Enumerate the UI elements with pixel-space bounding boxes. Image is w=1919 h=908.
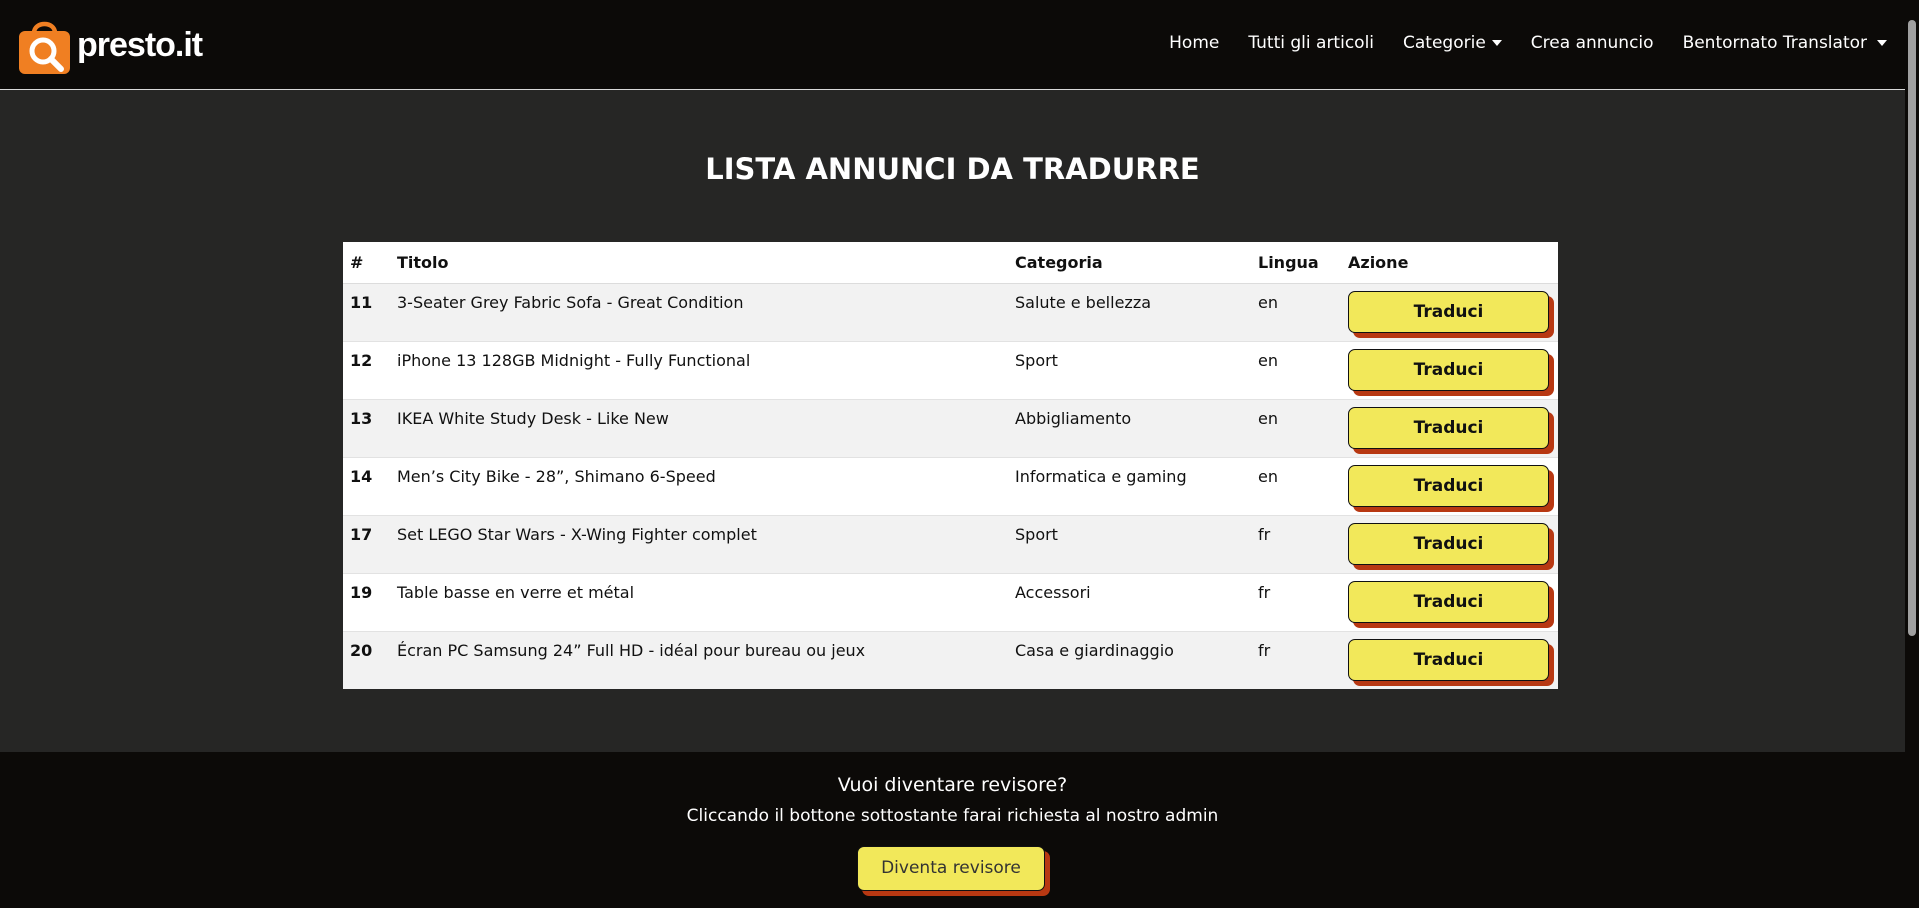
row-language: en (1251, 457, 1341, 516)
header-category: Categoria (1008, 242, 1251, 284)
row-id: 17 (343, 515, 390, 574)
row-action: Traduci (1341, 573, 1558, 632)
header-num: # (343, 242, 390, 284)
table-row: 17 Set LEGO Star Wars - X-Wing Fighter c… (343, 515, 1558, 574)
translate-button[interactable]: Traduci (1348, 580, 1549, 623)
page-title: LISTA ANNUNCI DA TRADURRE (705, 152, 1200, 186)
table-row: 19 Table basse en verre et métal Accesso… (343, 573, 1558, 632)
row-language: fr (1251, 573, 1341, 632)
row-id: 20 (343, 631, 390, 689)
table-row: 11 3-Seater Grey Fabric Sofa - Great Con… (343, 283, 1558, 342)
become-reviewer-button[interactable]: Diventa revisore (857, 846, 1045, 891)
row-title: Table basse en verre et métal (390, 573, 1008, 632)
footer: Vuoi diventare revisore? Cliccando il bo… (0, 752, 1905, 908)
header-language: Lingua (1251, 242, 1341, 284)
row-language: en (1251, 341, 1341, 400)
row-language: en (1251, 399, 1341, 458)
nav-categories-dropdown[interactable]: Categorie (1403, 33, 1502, 53)
row-id: 13 (343, 399, 390, 458)
row-title: Écran PC Samsung 24” Full HD - idéal pou… (390, 631, 1008, 689)
nav-user-label: Bentornato Translator (1682, 33, 1867, 53)
row-id: 12 (343, 341, 390, 400)
translate-button[interactable]: Traduci (1348, 290, 1549, 333)
row-action: Traduci (1341, 631, 1558, 689)
nav-links: Home Tutti gli articoli Categorie Crea a… (1140, 33, 1887, 53)
row-category: Informatica e gaming (1008, 457, 1251, 516)
row-category: Abbigliamento (1008, 399, 1251, 458)
brand-link[interactable]: presto.it (17, 15, 203, 75)
translate-button[interactable]: Traduci (1348, 638, 1549, 681)
shopping-bag-search-icon (19, 21, 70, 74)
translate-button[interactable]: Traduci (1348, 464, 1549, 507)
row-action: Traduci (1341, 399, 1558, 458)
table-row: 13 IKEA White Study Desk - Like New Abbi… (343, 399, 1558, 458)
translate-button[interactable]: Traduci (1348, 522, 1549, 565)
row-id: 19 (343, 573, 390, 632)
row-title: Set LEGO Star Wars - X-Wing Fighter comp… (390, 515, 1008, 574)
row-action: Traduci (1341, 341, 1558, 400)
row-action: Traduci (1341, 457, 1558, 516)
table-row: 14 Men’s City Bike - 28”, Shimano 6-Spee… (343, 457, 1558, 516)
table-row: 12 iPhone 13 128GB Midnight - Fully Func… (343, 341, 1558, 400)
footer-title: Vuoi diventare revisore? (837, 774, 1068, 796)
row-action: Traduci (1341, 515, 1558, 574)
table-row: 20 Écran PC Samsung 24” Full HD - idéal … (343, 631, 1558, 689)
footer-text: Cliccando il bottone sottostante farai r… (686, 806, 1219, 826)
row-title: IKEA White Study Desk - Like New (390, 399, 1008, 458)
caret-down-icon (1491, 40, 1502, 46)
row-id: 14 (343, 457, 390, 516)
nav-home[interactable]: Home (1169, 33, 1219, 53)
nav-create-ad[interactable]: Crea annuncio (1531, 33, 1654, 53)
row-language: en (1251, 283, 1341, 342)
nav-user-dropdown[interactable]: Bentornato Translator (1683, 33, 1887, 53)
translate-button[interactable]: Traduci (1348, 348, 1549, 391)
row-language: fr (1251, 631, 1341, 689)
navbar: presto.it Home Tutti gli articoli Catego… (0, 0, 1905, 90)
header-title: Titolo (390, 242, 1008, 284)
row-language: fr (1251, 515, 1341, 574)
row-id: 11 (343, 283, 390, 342)
translation-table: # Titolo Categoria Lingua Azione 11 3-Se… (343, 242, 1558, 689)
row-category: Accessori (1008, 573, 1251, 632)
nav-categories-label: Categorie (1403, 33, 1486, 53)
row-category: Casa e giardinaggio (1008, 631, 1251, 689)
row-category: Sport (1008, 341, 1251, 400)
row-action: Traduci (1341, 283, 1558, 342)
row-category: Salute e bellezza (1008, 283, 1251, 342)
header-action: Azione (1341, 242, 1558, 284)
row-title: 3-Seater Grey Fabric Sofa - Great Condit… (390, 283, 1008, 342)
scrollbar-thumb[interactable] (1908, 20, 1916, 636)
brand-name: presto.it (77, 25, 203, 64)
row-category: Sport (1008, 515, 1251, 574)
page-scrollbar[interactable] (1905, 0, 1919, 908)
table-header-row: # Titolo Categoria Lingua Azione (343, 242, 1558, 284)
nav-all-items[interactable]: Tutti gli articoli (1248, 33, 1374, 53)
row-title: iPhone 13 128GB Midnight - Fully Functio… (390, 341, 1008, 400)
translate-button[interactable]: Traduci (1348, 406, 1549, 449)
row-title: Men’s City Bike - 28”, Shimano 6-Speed (390, 457, 1008, 516)
caret-down-icon (1877, 40, 1887, 46)
